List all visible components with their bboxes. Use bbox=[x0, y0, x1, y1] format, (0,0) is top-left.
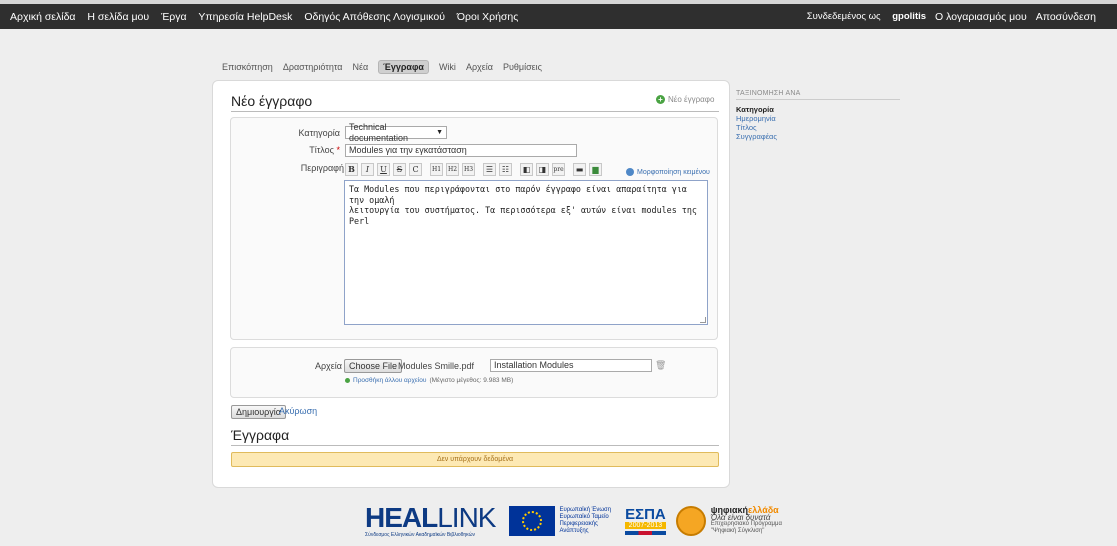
new-document-link[interactable]: + Νέο έγγραφο bbox=[656, 95, 714, 104]
heallink-logo: HEALLINK Σύνδεσμος Ελληνικών Ακαδημαϊκών… bbox=[365, 502, 496, 539]
sidebar-title: ΤΑΞΙΝΟΜΗΣΗ ΑΝΑ bbox=[736, 90, 801, 97]
topnav-software-guide[interactable]: Οδηγός Απόθεσης Λογισμικού bbox=[304, 11, 445, 23]
heading3-button[interactable]: H3 bbox=[462, 162, 475, 176]
tab-documents[interactable]: Έγγραφα bbox=[378, 60, 429, 74]
help-icon bbox=[626, 168, 634, 176]
digital-greece-logo: ψηφιακήελλάδα Όλα είναι δυνατά Επιχειρησ… bbox=[710, 505, 782, 535]
description-textarea[interactable]: Τα Modules που περιγράφονται στο παρόν έ… bbox=[344, 180, 708, 325]
cancel-link[interactable]: Ακύρωση bbox=[279, 406, 317, 416]
topnav-helpdesk[interactable]: Υπηρεσία HelpDesk bbox=[198, 11, 292, 23]
add-another-file-link[interactable]: Προσθήκη άλλου αρχείου bbox=[353, 377, 426, 384]
my-account-link[interactable]: Ο λογαριασμός μου bbox=[935, 11, 1027, 23]
tab-overview[interactable]: Επισκόπηση bbox=[222, 62, 273, 72]
description-label: Περιγραφή bbox=[300, 163, 344, 173]
italic-button[interactable]: I bbox=[361, 162, 374, 176]
link-icon[interactable]: ▬ bbox=[573, 162, 586, 176]
account-menu: Συνδεδεμένος ως gpolitis Ο λογαριασμός μ… bbox=[807, 11, 1105, 23]
max-file-size: (Μέγιστο μέγεθος: 9.983 MB) bbox=[429, 377, 514, 384]
category-select[interactable]: Technical documentation ▼ bbox=[345, 122, 447, 143]
ordered-list-icon[interactable]: ☷ bbox=[499, 162, 512, 176]
add-file-row: Προσθήκη άλλου αρχείου (Μέγιστο μέγεθος:… bbox=[345, 377, 513, 384]
category-label: Κατηγορία bbox=[298, 128, 340, 138]
topnav-home[interactable]: Αρχική σελίδα bbox=[10, 11, 76, 23]
strike-button[interactable]: S bbox=[393, 162, 406, 176]
page-title: Νέο έγγραφο bbox=[231, 93, 313, 109]
sort-by-author[interactable]: Συγγραφέας bbox=[736, 132, 777, 141]
sort-options: Κατηγορία Ημερομηνία Τίτλος Συγγραφέας bbox=[736, 105, 777, 141]
tab-activity[interactable]: Δραστηριότητα bbox=[283, 62, 343, 72]
tab-wiki[interactable]: Wiki bbox=[439, 62, 456, 72]
sort-by-category: Κατηγορία bbox=[736, 105, 774, 114]
topnav-my-page[interactable]: Η σελίδα μου bbox=[87, 11, 149, 23]
title-divider bbox=[231, 111, 719, 112]
title-input[interactable]: Modules για την εγκατάσταση bbox=[345, 144, 577, 157]
add-icon bbox=[345, 378, 350, 383]
tab-settings[interactable]: Ρυθμίσεις bbox=[503, 62, 542, 72]
footer-logos: HEALLINK Σύνδεσμος Ελληνικών Ακαδημαϊκών… bbox=[365, 500, 782, 542]
image-icon[interactable]: ▆ bbox=[589, 162, 602, 176]
digital-greece-face-icon bbox=[675, 506, 706, 536]
formatting-help-link[interactable]: Μορφοποίηση κειμένου bbox=[626, 168, 710, 176]
title-label: Τίτλος * bbox=[309, 145, 340, 155]
heading1-button[interactable]: H1 bbox=[430, 162, 443, 176]
top-menu-bar: Αρχική σελίδα Η σελίδα μου Έργα Υπηρεσία… bbox=[0, 4, 1117, 29]
code-button[interactable]: C bbox=[409, 162, 422, 176]
username-link[interactable]: gpolitis bbox=[892, 11, 926, 22]
sort-by-title[interactable]: Τίτλος bbox=[736, 123, 777, 132]
tab-files[interactable]: Αρχεία bbox=[466, 62, 493, 72]
right-align-icon[interactable]: ◨ bbox=[536, 162, 549, 176]
preformatted-button[interactable]: pre bbox=[552, 162, 565, 176]
resize-grip-icon[interactable] bbox=[700, 317, 706, 323]
eu-flag-icon bbox=[509, 506, 556, 536]
sort-by-date[interactable]: Ημερομηνία bbox=[736, 114, 777, 123]
file-description-input[interactable]: Installation Modules bbox=[490, 359, 652, 372]
delete-file-icon[interactable]: 🗑 bbox=[655, 360, 666, 371]
documents-divider bbox=[231, 445, 719, 446]
tab-news[interactable]: Νέα bbox=[352, 62, 368, 72]
topnav-terms[interactable]: Όροι Χρήσης bbox=[457, 11, 518, 23]
underline-button[interactable]: U bbox=[377, 162, 390, 176]
bold-button[interactable]: B bbox=[345, 162, 358, 176]
choose-file-button[interactable]: Choose File bbox=[344, 359, 403, 373]
editor-toolbar: B I U S C H1 H2 H3 ☰ ☷ ◧ ◨ pre ▬ ▆ bbox=[345, 162, 605, 176]
topnav-projects[interactable]: Έργα bbox=[161, 11, 187, 23]
logged-in-as: Συνδεδεμένος ως gpolitis bbox=[806, 11, 927, 22]
dropdown-arrow-icon: ▼ bbox=[436, 129, 443, 136]
top-menu: Αρχική σελίδα Η σελίδα μου Έργα Υπηρεσία… bbox=[10, 11, 527, 23]
heading2-button[interactable]: H2 bbox=[446, 162, 459, 176]
no-data-message: Δεν υπάρχουν δεδομένα bbox=[231, 452, 719, 467]
create-button[interactable]: Δημιουργία bbox=[231, 405, 286, 419]
espa-logo: ΕΣΠΑ 2007-2013 bbox=[625, 507, 666, 535]
description-text: Τα Modules που περιγράφονται στο παρόν έ… bbox=[349, 184, 697, 226]
documents-heading: Έγγραφα bbox=[231, 427, 290, 443]
files-label: Αρχεία bbox=[314, 361, 342, 371]
left-align-icon[interactable]: ◧ bbox=[520, 162, 533, 176]
logout-link[interactable]: Αποσύνδεση bbox=[1036, 11, 1096, 23]
selected-file-name: Modules Smille.pdf bbox=[398, 361, 475, 371]
files-box bbox=[230, 347, 718, 398]
project-tabs: Επισκόπηση Δραστηριότητα Νέα Έγγραφα Wik… bbox=[222, 60, 552, 74]
add-icon: + bbox=[656, 95, 665, 104]
eu-logo: Ευρωπαϊκή Ένωση Ευρωπαϊκό Ταμείο Περιφερ… bbox=[509, 506, 611, 536]
sidebar-divider bbox=[736, 99, 900, 100]
unordered-list-icon[interactable]: ☰ bbox=[483, 162, 496, 176]
